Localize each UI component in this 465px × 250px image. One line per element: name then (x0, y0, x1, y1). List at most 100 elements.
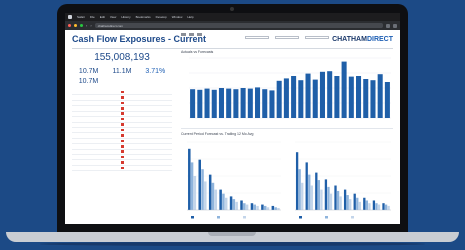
menu-item[interactable]: Safari (77, 15, 85, 19)
menu-item[interactable]: Edit (100, 15, 105, 19)
chart-bar (250, 203, 254, 210)
chart-bar (348, 76, 354, 118)
chart-bar (298, 169, 301, 210)
chart-bar (271, 205, 275, 210)
kpi-value: 10.7M (78, 68, 99, 75)
chart-bar (336, 190, 340, 210)
kpi-value: 3.71% (145, 68, 166, 75)
kpi-card: 10.7M (72, 68, 105, 75)
filter-select[interactable] (305, 35, 329, 39)
table-cell (72, 165, 172, 172)
chart-bar (240, 88, 246, 118)
maximize-window-button[interactable] (80, 24, 83, 27)
minimize-window-button[interactable] (74, 24, 77, 27)
new-tab-icon[interactable] (393, 23, 397, 28)
chart-bar (329, 193, 333, 210)
alert-flag-icon (121, 139, 124, 143)
chart-bar (218, 88, 224, 118)
chart-bar (310, 185, 313, 210)
chart-bar (263, 205, 267, 210)
share-icon[interactable] (386, 23, 390, 28)
chart-bar (190, 89, 196, 118)
alert-flag-icon (121, 145, 124, 148)
chart-bar (222, 193, 225, 210)
chart-bar (353, 193, 356, 210)
laptop-screen: Safari File Edit View History Bookmarks … (65, 13, 400, 224)
chart-bar (232, 199, 236, 210)
alert-flag-icon (121, 161, 124, 164)
exposure-table (72, 89, 172, 172)
menu-item[interactable]: Help (187, 15, 193, 19)
chart-bar (305, 73, 311, 118)
filter-select[interactable] (275, 35, 299, 39)
chart-bar (214, 189, 218, 210)
menu-item[interactable]: File (90, 15, 95, 19)
filter-dropdown-2[interactable] (275, 35, 299, 41)
chart-bar (190, 162, 194, 210)
summary-panel: 155,008,193 10.7M 11.1M 3.71% 10.7M (72, 50, 172, 218)
chart-bar (201, 169, 204, 210)
menu-item[interactable]: Bookmarks (136, 15, 151, 19)
laptop-shadow (40, 242, 425, 246)
legend-swatch (191, 216, 194, 219)
chart-bar (266, 207, 270, 210)
chart-bar (295, 152, 299, 210)
chart-bar (384, 204, 388, 210)
chart-bar (375, 203, 378, 210)
chart-bar (188, 148, 191, 210)
laptop-base (6, 232, 459, 242)
legend-swatch (325, 216, 328, 219)
chart-bar (193, 176, 197, 210)
chart-bar (363, 79, 369, 118)
alert-flag-icon (121, 128, 124, 132)
chart-bar (377, 204, 381, 210)
chart-bar (226, 88, 232, 118)
chart-bar (341, 61, 347, 118)
menu-item[interactable]: View (110, 15, 116, 19)
menu-item[interactable]: History (121, 15, 130, 19)
legend-swatch (243, 216, 246, 219)
alert-flag-icon (121, 166, 124, 170)
apple-icon[interactable] (68, 15, 72, 19)
chart-bar (324, 179, 328, 210)
alert-flag-icon (121, 90, 124, 94)
browser-toolbar: ‹ › chathamdirect.com (65, 21, 400, 30)
alert-flag-icon (121, 107, 124, 110)
legend-swatch (217, 216, 220, 219)
forward-arrow-icon[interactable]: › (90, 23, 91, 28)
chart-bar (269, 90, 275, 118)
chart-bar (356, 76, 362, 118)
chart-bar (334, 185, 337, 210)
logo-accent: DIRECT (366, 36, 393, 43)
chart-bar (377, 74, 383, 118)
chart-bar (339, 196, 342, 210)
menu-item[interactable]: Develop (156, 15, 167, 19)
close-window-button[interactable] (68, 24, 71, 27)
chart-bar (255, 87, 261, 118)
table-row[interactable] (72, 165, 172, 172)
alert-flag-icon (121, 101, 124, 105)
filter-dropdown-1[interactable] (245, 35, 269, 41)
chart-bar (315, 172, 318, 210)
chart-bar (343, 189, 347, 210)
chart-bar (327, 71, 333, 118)
filter-select[interactable] (245, 35, 269, 39)
chart-bar (243, 203, 246, 210)
menu-item[interactable]: Window (172, 15, 183, 19)
chart-bar (317, 180, 321, 210)
chart-bar (356, 197, 359, 210)
chart-bar (291, 76, 297, 118)
alert-flag-icon (121, 150, 124, 153)
kpi-card: 10.7M (72, 78, 105, 85)
chart-bar (301, 182, 304, 210)
alert-flag-icon (121, 117, 124, 121)
brand-logo: CHATHAMDIRECT (332, 36, 393, 43)
filter-dropdown-3[interactable] (305, 35, 329, 41)
address-bar[interactable]: chathamdirect.com (94, 23, 383, 28)
chart-bar (274, 207, 277, 210)
chart-bar (197, 89, 203, 118)
chart-bar (308, 174, 311, 210)
back-arrow-icon[interactable]: ‹ (86, 23, 87, 28)
chart-bar (358, 201, 361, 210)
legend-swatch (351, 216, 354, 219)
